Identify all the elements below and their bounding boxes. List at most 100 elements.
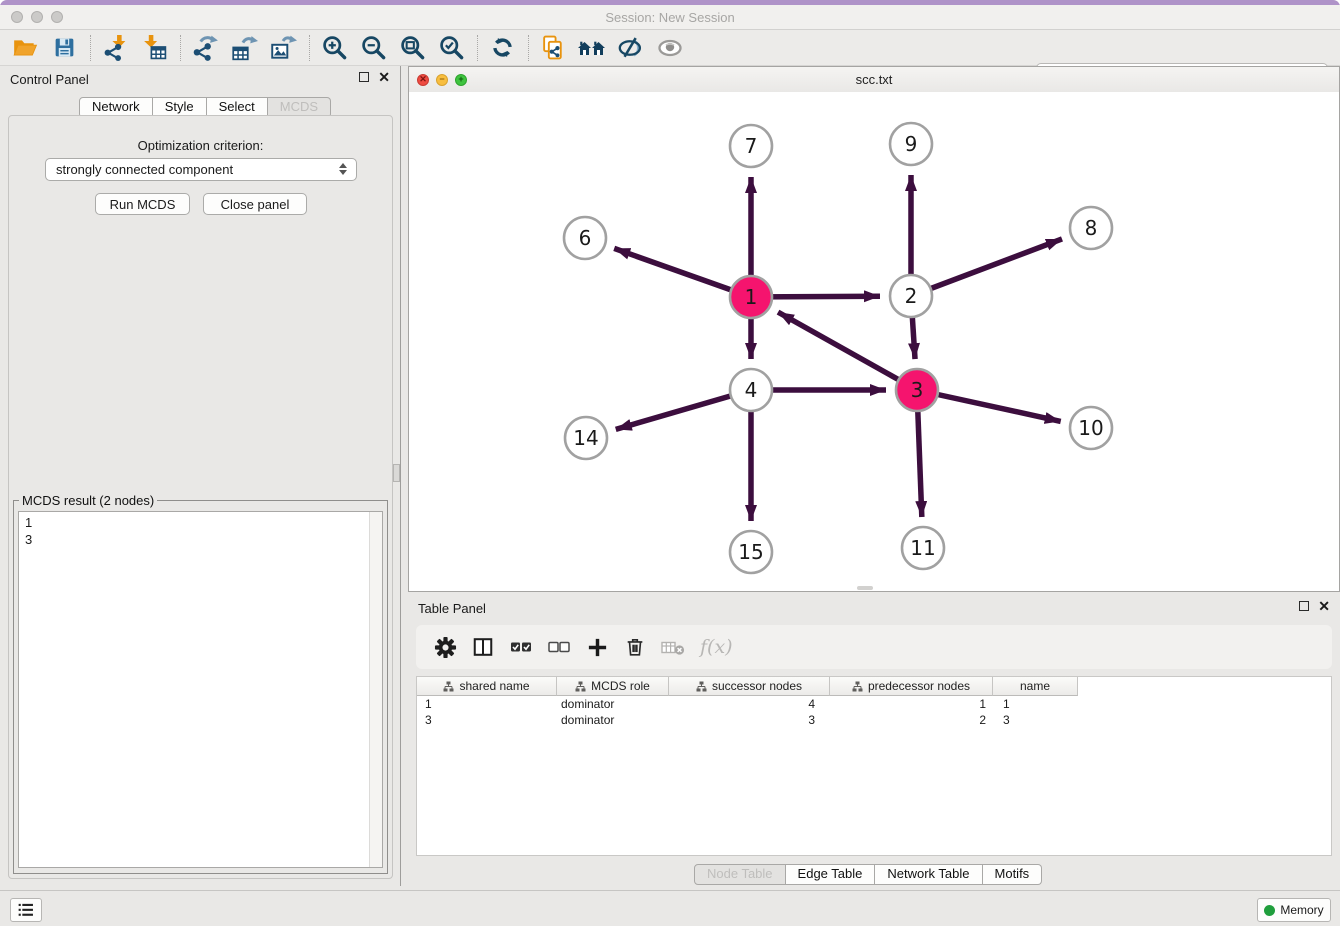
apply-layout-button[interactable] xyxy=(487,33,517,63)
column-header-mcds-role[interactable]: MCDS role xyxy=(557,677,669,696)
table-row[interactable]: 1 dominator 4 1 1 xyxy=(417,696,1331,712)
save-session-button[interactable] xyxy=(49,33,79,63)
zoom-out-icon xyxy=(360,34,387,61)
eye-icon xyxy=(656,34,684,62)
column-header-name[interactable]: name xyxy=(993,677,1078,696)
window-title: Session: New Session xyxy=(0,10,1340,25)
import-network-icon xyxy=(102,34,129,61)
toolbar-separator xyxy=(90,35,92,61)
zoom-selected-button[interactable] xyxy=(436,33,466,63)
application-window: Session: New Session Control Panel xyxy=(0,0,1340,926)
graph-node-label-1: 1 xyxy=(745,285,758,309)
import-table-button[interactable] xyxy=(139,33,169,63)
close-table-panel-icon[interactable]: ✕ xyxy=(1318,601,1330,611)
export-table-button[interactable] xyxy=(229,33,259,63)
import-network-button[interactable] xyxy=(100,33,130,63)
graph-node-label-9: 9 xyxy=(905,132,918,156)
tab-motifs[interactable]: Motifs xyxy=(983,864,1043,885)
save-icon xyxy=(52,35,77,60)
canvas-resize-grip[interactable] xyxy=(857,586,873,590)
unchecked-boxes-icon xyxy=(547,635,571,659)
float-panel-icon[interactable] xyxy=(359,72,369,82)
result-scrollbar[interactable] xyxy=(369,512,382,867)
graph-node-label-6: 6 xyxy=(579,226,592,250)
plus-icon xyxy=(586,636,609,659)
graph-node-label-4: 4 xyxy=(745,378,758,402)
mcds-result-group: MCDS result (2 nodes) 1 3 xyxy=(13,493,388,874)
houses-icon xyxy=(577,34,607,61)
tab-edge-table[interactable]: Edge Table xyxy=(786,864,876,885)
table-panel: Table Panel ✕ f(x) shared name MCDS role… xyxy=(408,595,1340,886)
cell-mcds-role: dominator xyxy=(557,697,669,711)
network-canvas[interactable]: 1234678910111415 xyxy=(409,92,1339,591)
columns-icon xyxy=(472,636,494,658)
node-table-header: shared name MCDS role successor nodes pr… xyxy=(417,677,1331,696)
first-neighbors-button[interactable] xyxy=(577,33,607,63)
delete-column-button[interactable] xyxy=(658,632,688,662)
status-bar: Memory xyxy=(0,890,1340,926)
network-view-frame: ✕ − + scc.txt 1234678910111415 xyxy=(408,66,1340,592)
graph-node-label-14: 14 xyxy=(573,426,598,450)
column-header-successor-nodes[interactable]: successor nodes xyxy=(669,677,830,696)
close-panel-icon[interactable]: ✕ xyxy=(378,72,390,82)
eye-slash-icon xyxy=(617,34,645,62)
delete-row-button[interactable] xyxy=(620,632,650,662)
cell-predecessor-nodes: 1 xyxy=(830,697,993,711)
network-graph[interactable]: 1234678910111415 xyxy=(409,92,1339,591)
graph-edge-2-8[interactable] xyxy=(911,239,1062,296)
function-builder-button[interactable]: f(x) xyxy=(700,636,733,658)
show-task-history-button[interactable] xyxy=(10,898,42,922)
graph-node-label-10: 10 xyxy=(1078,416,1103,440)
mcds-result-list[interactable]: 1 3 xyxy=(18,511,383,868)
tab-node-table[interactable]: Node Table xyxy=(694,864,786,885)
create-column-button[interactable] xyxy=(582,632,612,662)
graph-edge-3-1[interactable] xyxy=(778,312,917,390)
export-image-button[interactable] xyxy=(268,33,298,63)
toolbar-separator xyxy=(477,35,479,61)
optimization-criterion-label: Optimization criterion: xyxy=(9,138,392,153)
zoom-fit-button[interactable] xyxy=(397,33,427,63)
tab-network-table[interactable]: Network Table xyxy=(875,864,982,885)
tree-icon xyxy=(852,681,863,692)
cell-predecessor-nodes: 2 xyxy=(830,713,993,727)
export-network-icon xyxy=(191,34,219,62)
cell-successor-nodes: 4 xyxy=(669,697,830,711)
cell-successor-nodes: 3 xyxy=(669,713,830,727)
show-column-button[interactable] xyxy=(468,632,498,662)
column-header-shared-name[interactable]: shared name xyxy=(417,677,557,696)
memory-button[interactable]: Memory xyxy=(1257,898,1331,922)
export-network-button[interactable] xyxy=(190,33,220,63)
gear-icon xyxy=(434,636,457,659)
titlebar: Session: New Session xyxy=(0,5,1340,30)
cell-name: 1 xyxy=(993,697,1078,711)
select-all-columns-button[interactable] xyxy=(506,632,536,662)
zoom-out-button[interactable] xyxy=(358,33,388,63)
table-settings-button[interactable] xyxy=(430,632,460,662)
graph-node-label-8: 8 xyxy=(1085,216,1098,240)
criterion-select[interactable]: strongly connected component xyxy=(45,158,357,181)
unselect-all-columns-button[interactable] xyxy=(544,632,574,662)
cell-name: 3 xyxy=(993,713,1078,727)
table-row[interactable]: 3 dominator 3 2 3 xyxy=(417,712,1331,728)
table-tabs: Node Table Edge Table Network Table Moti… xyxy=(694,864,1042,885)
close-panel-button[interactable]: Close panel xyxy=(203,193,307,215)
memory-label: Memory xyxy=(1280,903,1323,917)
splitter-handle[interactable] xyxy=(393,464,400,482)
network-title: scc.txt xyxy=(409,72,1339,87)
trash-icon xyxy=(624,636,646,658)
open-session-button[interactable] xyxy=(10,33,40,63)
tree-icon xyxy=(443,681,454,692)
app-window: { "window": { "title": "Session: New Ses… xyxy=(0,0,1340,926)
network-from-selection-button[interactable] xyxy=(538,33,568,63)
toolbar-separator xyxy=(528,35,530,61)
hide-selected-button[interactable] xyxy=(616,33,646,63)
export-image-icon xyxy=(269,34,297,62)
control-panel-title: Control Panel xyxy=(10,72,89,87)
toolbar-separator xyxy=(309,35,311,61)
zoom-fit-icon xyxy=(399,34,426,61)
show-all-button[interactable] xyxy=(655,33,685,63)
zoom-in-button[interactable] xyxy=(319,33,349,63)
run-mcds-button[interactable]: Run MCDS xyxy=(95,193,190,215)
float-table-panel-icon[interactable] xyxy=(1299,601,1309,611)
column-header-predecessor-nodes[interactable]: predecessor nodes xyxy=(830,677,993,696)
